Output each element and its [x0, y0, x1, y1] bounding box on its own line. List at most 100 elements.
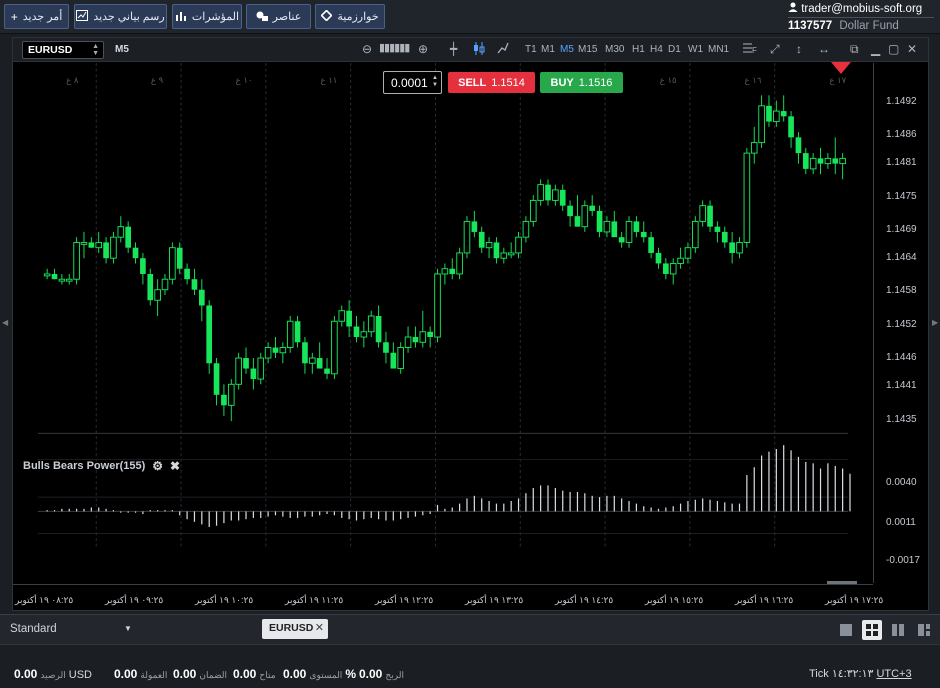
candle-body — [206, 305, 213, 364]
candle-type-icon[interactable] — [473, 42, 485, 58]
timeframe-t1[interactable]: T1 — [525, 44, 537, 55]
candle-body — [161, 278, 169, 291]
hour-marker: ١٦ ع — [745, 75, 762, 85]
account-email-row: trader@mobius-soft.org — [788, 2, 934, 15]
close-icon[interactable]: ✕ — [907, 42, 917, 56]
time-label: ١٠:٢٥ ١٩ أكتوبر — [195, 595, 254, 605]
expand-diagonal-icon[interactable]: ⤢ — [770, 42, 780, 57]
new-chart-button[interactable]: رسم بياني جديد — [74, 4, 167, 29]
time-label: ١٦:٢٥ ١٩ أكتوبر — [735, 595, 794, 605]
candle-body — [58, 278, 66, 282]
lot-size-input[interactable]: 0.0001 ▲ ▼ — [383, 71, 442, 94]
account-panel[interactable]: trader@mobius-soft.org 1137577 Dollar Fu… — [788, 2, 934, 32]
candle-body — [795, 137, 802, 154]
elements-button[interactable]: عناصر — [246, 4, 311, 29]
tab-eurusd[interactable]: EURUSD ✕ — [262, 619, 328, 639]
gear-icon[interactable]: ⚙ — [152, 459, 163, 473]
price-label: 1.1441 — [886, 380, 917, 392]
chart-window: EURUSD ▲ ▼ M5 ⊖ ▮▮▮▮▮▮ ⊕ ┿ T1 M1 M5 M15 M30 H1… — [12, 37, 929, 611]
timeframe-m5[interactable]: M5 — [560, 44, 574, 55]
margin-value: 0.00 — [173, 667, 197, 681]
candle-body — [286, 320, 294, 348]
margin: 0.00 الضمان — [173, 667, 227, 681]
chart-scrollbar[interactable] — [827, 581, 857, 584]
buy-button[interactable]: BUY 1.1516 — [540, 72, 623, 93]
new-order-button[interactable]: + أمر جديد — [4, 4, 69, 29]
commission-label: العمولة — [140, 670, 168, 680]
candle-body — [758, 105, 765, 144]
minimize-icon[interactable]: ▁ — [871, 42, 880, 56]
timeframe-m1[interactable]: M1 — [541, 44, 555, 55]
margin-level-value: 0.00 — [283, 667, 307, 681]
chevron-down-icon[interactable]: ▼ — [124, 624, 132, 633]
popout-icon[interactable]: ⧉ — [850, 42, 859, 57]
close-indicator-icon[interactable]: ✖ — [170, 459, 180, 473]
timeframe-d1[interactable]: D1 — [668, 44, 681, 55]
timeframe-m30[interactable]: M30 — [605, 44, 624, 55]
account-name: Dollar Fund — [839, 20, 899, 32]
indicators-button[interactable]: المؤشرات — [172, 4, 242, 29]
layout-select[interactable]: Standard — [10, 623, 57, 635]
fit-horizontal-icon[interactable]: ↔ — [818, 42, 830, 56]
chart-toolbar: EURUSD ▲ ▼ M5 ⊖ ▮▮▮▮▮▮ ⊕ ┿ T1 M1 M5 M15 M30 H1… — [13, 38, 928, 62]
timeframe-m15[interactable]: M15 — [578, 44, 597, 55]
hour-marker: ١٧ ع — [829, 75, 846, 85]
candle-body — [522, 220, 530, 238]
candle-body — [73, 241, 80, 280]
balance-value: 0.00 — [14, 667, 38, 681]
sell-label: SELL — [458, 76, 487, 89]
candle-body — [545, 184, 551, 201]
candle-body — [132, 247, 139, 259]
candle-body — [176, 247, 183, 269]
candle-body — [663, 263, 669, 274]
zoom-in-icon[interactable]: ⊕ — [418, 42, 428, 56]
candle-body — [191, 279, 198, 290]
timeframe-h1[interactable]: H1 — [632, 44, 645, 55]
margin-label: الضمان — [199, 670, 228, 680]
tab-eurusd-label: EURUSD — [269, 622, 314, 634]
time-label: ١٣:٢٥ ١٩ أكتوبر — [465, 595, 524, 605]
balance: 0.00 الرصيد USD — [14, 667, 92, 681]
profit: 0.00 الربح — [359, 667, 404, 681]
candle-body — [809, 157, 817, 170]
candle-body — [750, 142, 758, 154]
zoom-slider[interactable]: ▮▮▮▮▮▮ — [379, 41, 410, 54]
status-bar: 0.00 الرصيد USD 0.00 العمولة 0.00 الضمان… — [0, 644, 940, 688]
symbol-select[interactable]: EURUSD ▲ ▼ — [22, 41, 104, 59]
candle-body — [684, 247, 692, 259]
candle-body — [140, 258, 146, 274]
layout-columns-icon[interactable] — [888, 620, 908, 640]
layout-grid-icon[interactable] — [862, 620, 882, 640]
candle-body — [611, 221, 618, 238]
margin-level-label: المستوى — [309, 670, 343, 680]
candle-body — [397, 347, 404, 370]
candle-body — [677, 257, 684, 264]
bar-type-icon[interactable]: ┿ — [450, 42, 457, 56]
chart-settings-icon[interactable]: F — [743, 42, 757, 57]
timeframe-mn1[interactable]: MN1 — [708, 44, 729, 55]
layout-single-icon[interactable] — [836, 620, 856, 640]
sell-button[interactable]: SELL 1.1514 — [448, 72, 535, 93]
lot-stepper-icon[interactable]: ▲ ▼ — [432, 75, 438, 89]
right-collapse-icon[interactable]: ▶ — [932, 318, 938, 327]
new-chart-label: رسم بياني جديد — [93, 11, 165, 23]
timeframe-w1[interactable]: W1 — [688, 44, 703, 55]
candle-body — [574, 216, 581, 227]
line-type-icon[interactable] — [497, 42, 509, 57]
candle-body — [507, 252, 515, 256]
candle-body — [390, 352, 397, 369]
zoom-out-icon[interactable]: ⊖ — [362, 42, 372, 56]
timeframe-h4[interactable]: H4 — [650, 44, 663, 55]
candle-body — [125, 226, 131, 248]
close-tab-icon[interactable]: ✕ — [315, 621, 324, 634]
chart-plot-area[interactable]: ٨ ع٩ ع١٠ ع١١ ع١٢ ع١٣ ع١٤ ع١٥ ع١٦ ع١٧ ع — [13, 63, 873, 553]
candle-body — [655, 252, 662, 264]
fit-vertical-icon[interactable]: ↕ — [796, 42, 802, 56]
layout-split-icon[interactable] — [914, 620, 934, 640]
candle-body — [324, 368, 330, 374]
timezone-selector[interactable]: UTC+3 — [876, 668, 911, 680]
maximize-icon[interactable]: ▢ — [888, 42, 899, 56]
algorithms-button[interactable]: خوارزمية — [315, 4, 385, 29]
left-collapse-icon[interactable]: ◀ — [2, 318, 8, 327]
price-label: 1.1481 — [886, 157, 917, 169]
